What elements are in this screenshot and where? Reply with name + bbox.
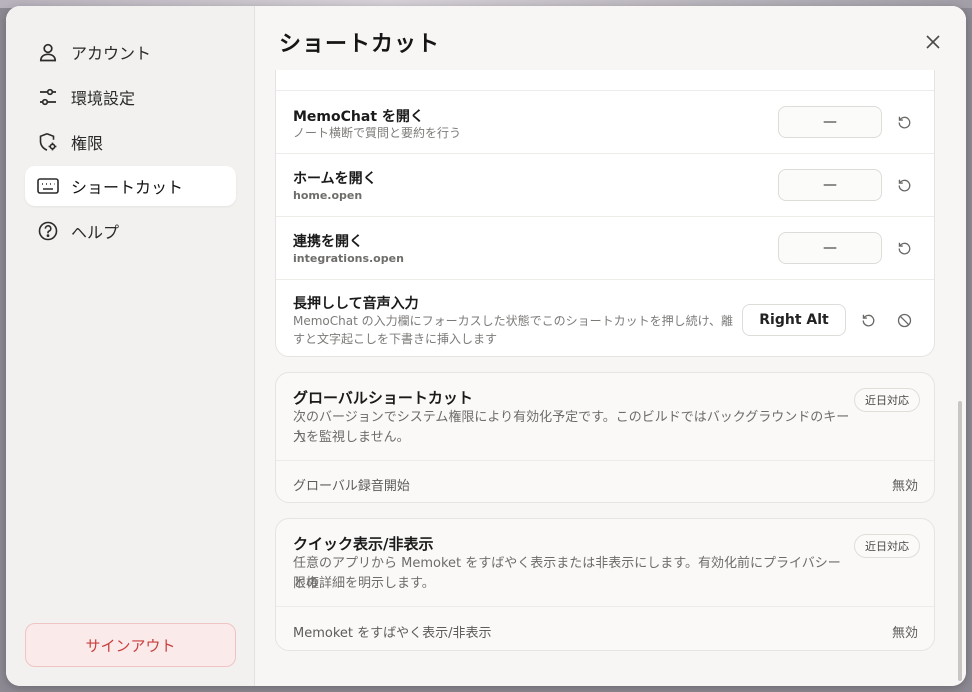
disable-icon[interactable]: [893, 309, 915, 331]
shortcut-key-field[interactable]: —: [778, 106, 882, 138]
shortcut-key-field[interactable]: —: [778, 232, 882, 264]
sidebar-item-label: ヘルプ: [71, 223, 120, 242]
help-circle-icon: [37, 220, 59, 242]
sidebar-item-help[interactable]: ヘルプ: [25, 211, 236, 251]
sidebar-item-label: 環境設定: [71, 89, 136, 108]
shortcut-description-line-2: すと文字起こしを下書きに挿入します: [293, 332, 498, 346]
global-shortcuts-card: グローバルショートカット 近日対応 次のバージョンでシステム権限により有効化予定…: [275, 372, 935, 503]
shield-gear-icon: [37, 131, 59, 153]
setting-label: グローバル録音開始: [293, 479, 410, 494]
close-button[interactable]: [919, 28, 947, 56]
setting-label: Memoket をすばやく表示/非表示: [293, 626, 492, 641]
sidebar-item-shortcuts[interactable]: ショートカット: [25, 166, 236, 206]
setting-row: Memoket をすばやく表示/非表示 無効: [276, 606, 934, 650]
setting-value: 無効: [891, 626, 918, 641]
header: ショートカット: [255, 6, 966, 70]
section-title: クイック表示/非表示: [293, 535, 434, 553]
reset-icon[interactable]: [893, 174, 915, 196]
reset-icon[interactable]: [857, 309, 879, 331]
coming-soon-badge: 近日対応: [854, 388, 920, 412]
sidebar-item-preferences[interactable]: 環境設定: [25, 77, 236, 117]
shortcuts-scroll-area[interactable]: MemoChat を開く ノート横断で質問と要約を行う — ホームを開く hom…: [255, 70, 966, 686]
shortcut-description: home.open: [293, 189, 363, 202]
shortcut-title: ホームを開く: [293, 171, 377, 187]
sidebar-item-label: アカウント: [71, 44, 152, 63]
main-panel: ショートカット MemoChat を開く ノート横断で質問と要約を行う — ホー…: [255, 6, 966, 686]
keyboard-icon: [37, 175, 59, 197]
setting-value: 無効: [891, 479, 918, 494]
section-title: グローバルショートカット: [293, 389, 473, 407]
shortcut-key-field[interactable]: Right Alt: [742, 304, 846, 336]
close-icon: [926, 35, 940, 49]
sidebar-item-label: ショートカット: [71, 178, 184, 197]
shortcut-description: ノート横断で質問と要約を行う: [293, 126, 462, 140]
sidebar-item-account[interactable]: アカウント: [25, 32, 236, 72]
reset-icon[interactable]: [893, 237, 915, 259]
settings-dialog: アカウント 環境設定 権限 ショートカット ヘルプ サインアウト ショートカット…: [6, 6, 966, 686]
coming-soon-badge: 近日対応: [854, 534, 920, 558]
reset-icon[interactable]: [893, 111, 915, 133]
shortcut-description: integrations.open: [293, 252, 404, 265]
sign-out-button[interactable]: サインアウト: [25, 623, 236, 667]
shortcuts-card: MemoChat を開く ノート横断で質問と要約を行う — ホームを開く hom…: [275, 70, 935, 357]
sidebar-item-label: 権限: [71, 134, 104, 153]
sidebar: アカウント 環境設定 権限 ショートカット ヘルプ サインアウト: [6, 6, 255, 686]
shortcut-row: MemoChat を開く ノート横断で質問と要約を行う —: [276, 90, 934, 153]
sidebar-item-permissions[interactable]: 権限: [25, 122, 236, 162]
quick-toggle-card: クイック表示/非表示 近日対応 任意のアプリから Memoket をすばやく表示…: [275, 518, 935, 651]
sliders-icon: [37, 86, 59, 108]
page-title: ショートカット: [279, 32, 441, 57]
shortcut-title: MemoChat を開く: [293, 109, 424, 125]
section-description-line-2: 力を監視しません。: [293, 430, 410, 445]
shortcut-row: 連携を開く integrations.open —: [276, 216, 934, 279]
shortcut-title: 長押しして音声入力: [293, 296, 419, 312]
section-description-line-2: 限の詳細を明示します。: [293, 576, 435, 591]
shortcut-key-field[interactable]: —: [778, 169, 882, 201]
person-icon: [37, 41, 59, 63]
shortcut-row: ホームを開く home.open —: [276, 153, 934, 216]
shortcut-description-line-1: MemoChat の入力欄にフォーカスした状態でこのショートカットを押し続け、離: [293, 314, 734, 328]
setting-row: グローバル録音開始 無効: [276, 460, 934, 502]
scrollbar[interactable]: [958, 401, 962, 681]
shortcut-row: 長押しして音声入力 MemoChat の入力欄にフォーカスした状態でこのショート…: [276, 279, 934, 356]
shortcut-title: 連携を開く: [293, 234, 363, 250]
